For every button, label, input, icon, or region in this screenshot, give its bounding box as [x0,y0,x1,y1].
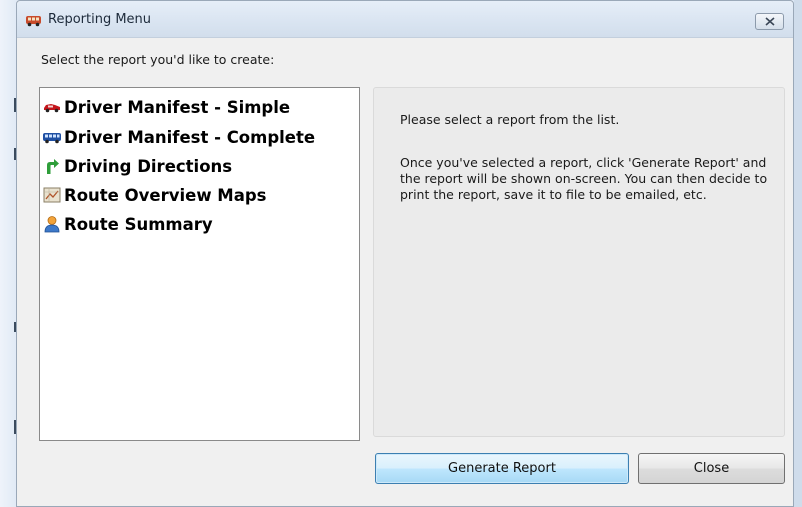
bus-app-icon [26,16,41,27]
blue-bus-icon [43,133,61,144]
report-item-label: Driving Directions [64,156,233,176]
info-instruction: Please select a report from the list. [400,112,620,127]
background-right [794,0,802,507]
generate-report-button[interactable]: Generate Report [375,453,629,484]
report-item-label: Route Summary [64,214,213,234]
report-list[interactable]: Driver Manifest - Simple Driver Manifest… [39,87,360,441]
report-info-panel: Please select a report from the list. On… [373,87,785,437]
instruction-label: Select the report you'd like to create: [41,52,275,67]
title-bar[interactable]: Reporting Menu [17,1,793,38]
report-item-route-overview-maps[interactable]: Route Overview Maps [42,183,267,207]
map-icon [43,187,61,203]
reporting-menu-dialog: Reporting Menu Select the report you'd l… [16,0,794,507]
window-title: Reporting Menu [48,12,152,27]
report-item-label: Driver Manifest - Complete [64,127,316,147]
green-turn-arrow-icon [47,159,59,174]
close-button[interactable]: Close [638,453,785,484]
report-item-label: Driver Manifest - Simple [64,97,291,117]
report-item-driving-directions[interactable]: Driving Directions [42,154,232,178]
report-item-driver-manifest-simple[interactable]: Driver Manifest - Simple [42,95,290,119]
close-window-button[interactable] [755,13,784,30]
close-icon [765,17,775,26]
report-item-driver-manifest-complete[interactable]: Driver Manifest - Complete [42,125,315,149]
info-description: Once you've selected a report, click 'Ge… [400,155,768,202]
red-car-icon [44,104,60,113]
report-item-label: Route Overview Maps [64,185,267,205]
person-icon [44,216,60,233]
report-item-route-summary[interactable]: Route Summary [42,212,213,236]
